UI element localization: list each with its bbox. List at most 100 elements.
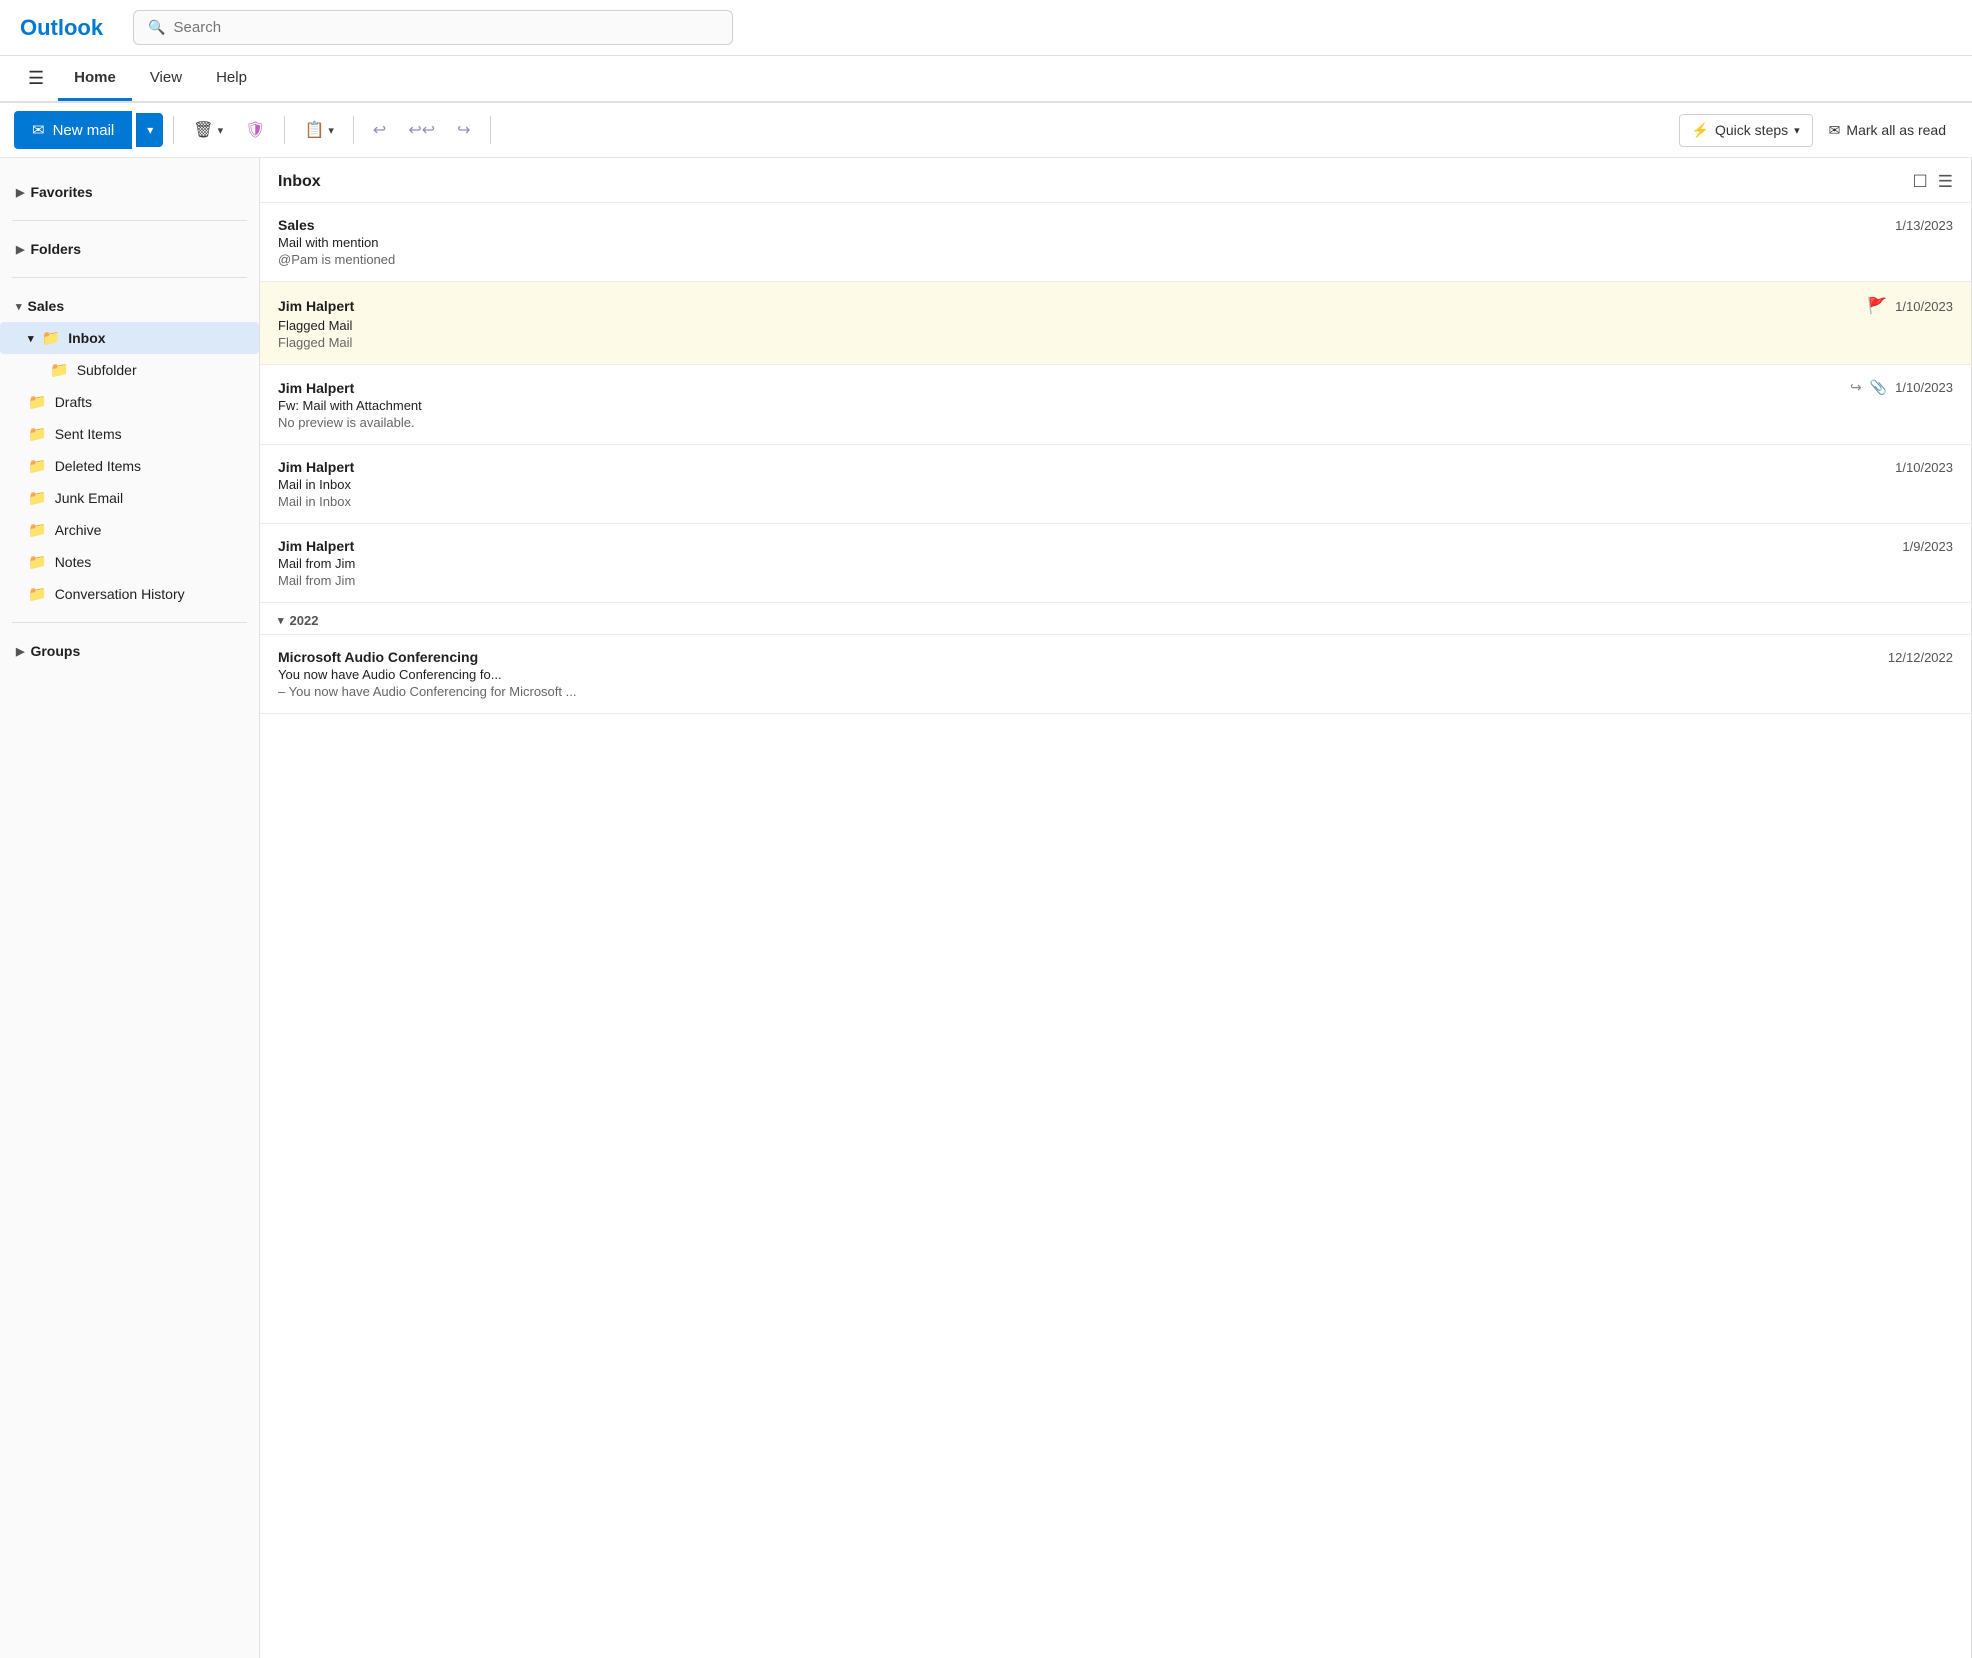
sidebar-favorites-label: Favorites: [30, 184, 92, 200]
flag-icon-2: 🚩: [1867, 296, 1887, 316]
email-item-3[interactable]: Jim Halpert ↪ 📎 1/10/2023 Fw: Mail with …: [260, 365, 1971, 445]
email-item-1[interactable]: Sales 1/13/2023 Mail with mention @Pam i…: [260, 203, 1971, 282]
select-all-icon[interactable]: ☐: [1913, 172, 1928, 192]
sidebar-item-drafts[interactable]: 📁 Drafts: [0, 386, 259, 418]
sidebar-archive-label: Archive: [55, 522, 102, 538]
delete-icon: 🗑: [193, 120, 213, 140]
inbox-folder-icon: 📁: [42, 329, 61, 347]
sidebar-sales-header[interactable]: ▾ Sales: [0, 290, 259, 322]
main-layout: ▶ Favorites ▶ Folders ▾ Sales ▾ 📁 Inbox: [0, 158, 1972, 1658]
email-preview-1: @Pam is mentioned: [278, 252, 758, 267]
email-item-2[interactable]: Jim Halpert 🚩 1/10/2023 Flagged Mail Fla…: [260, 282, 1971, 365]
tab-view[interactable]: View: [134, 57, 198, 101]
move-icon: 📋: [304, 120, 324, 140]
favorites-chevron-icon: ▶: [16, 186, 24, 199]
email-subject-4: Mail in Inbox: [278, 477, 1953, 492]
group-2022-label: 2022: [290, 613, 319, 628]
sidebar-favorites-header[interactable]: ▶ Favorites: [0, 176, 259, 208]
email-date-3: 1/10/2023: [1895, 380, 1953, 395]
group-header-2022[interactable]: ▾ 2022: [260, 603, 1971, 635]
delete-dropdown-icon: ▾: [218, 124, 224, 137]
sidebar-item-sent-items[interactable]: 📁 Sent Items: [0, 418, 259, 450]
new-mail-button[interactable]: ✉ New mail: [14, 111, 132, 149]
separator-4: [490, 116, 491, 144]
sidebar-sales-label: Sales: [28, 298, 65, 314]
search-input[interactable]: [174, 19, 719, 36]
shield-icon: 🛡: [245, 120, 265, 140]
email-preview-4: Mail in Inbox: [278, 494, 758, 509]
sidebar-item-inbox[interactable]: ▾ 📁 Inbox: [0, 322, 259, 354]
filter-icon[interactable]: ☰: [1938, 172, 1953, 192]
email-row1-4: Jim Halpert 1/10/2023: [278, 459, 1953, 475]
sidebar-item-archive[interactable]: 📁 Archive: [0, 514, 259, 546]
sidebar-item-notes[interactable]: 📁 Notes: [0, 546, 259, 578]
deleted-items-folder-icon: 📁: [28, 457, 47, 475]
sidebar-drafts-label: Drafts: [55, 394, 92, 410]
email-sender-4: Jim Halpert: [278, 459, 354, 475]
reply-button[interactable]: ↩: [364, 113, 395, 147]
sidebar-item-deleted-items[interactable]: 📁 Deleted Items: [0, 450, 259, 482]
email-subject-3: Fw: Mail with Attachment: [278, 398, 1953, 413]
sidebar-item-subfolder[interactable]: 📁 Subfolder: [0, 354, 259, 386]
toolbar-nav: ☰ Home View Help: [0, 56, 1972, 103]
email-preview-2022: – You now have Audio Conferencing for Mi…: [278, 684, 758, 699]
tab-home[interactable]: Home: [58, 57, 132, 101]
subfolder-folder-icon: 📁: [50, 361, 69, 379]
sales-chevron-icon: ▾: [16, 300, 22, 313]
email-sender-1: Sales: [278, 217, 315, 233]
search-icon: 🔍: [148, 19, 165, 36]
sent-items-folder-icon: 📁: [28, 425, 47, 443]
email-item-5[interactable]: Jim Halpert 1/9/2023 Mail from Jim Mail …: [260, 524, 1971, 603]
sidebar-subfolder-label: Subfolder: [77, 362, 137, 378]
email-row1-1: Sales 1/13/2023: [278, 217, 1953, 233]
email-date-1: 1/13/2023: [1895, 218, 1953, 233]
sidebar-folders-section: ▶ Folders: [0, 227, 259, 271]
sidebar-favorites-section: ▶ Favorites: [0, 170, 259, 214]
sidebar-groups-section: ▶ Groups: [0, 629, 259, 673]
sidebar-sales-section: ▾ Sales ▾ 📁 Inbox 📁 Subfolder 📁 Drafts 📁…: [0, 284, 259, 616]
new-mail-dropdown-button[interactable]: ▾: [136, 113, 163, 147]
sidebar-sent-items-label: Sent Items: [55, 426, 122, 442]
conversation-history-folder-icon: 📁: [28, 585, 47, 603]
inbox-header: Inbox ☐ ☰: [260, 158, 1971, 203]
email-sender-5: Jim Halpert: [278, 538, 354, 554]
email-date-2022: 12/12/2022: [1888, 650, 1953, 665]
shield-button[interactable]: 🛡: [236, 113, 274, 147]
group-2022-chevron-icon: ▾: [278, 614, 284, 627]
mark-all-label: Mark all as read: [1846, 122, 1946, 138]
email-date-4: 1/10/2023: [1895, 460, 1953, 475]
new-mail-envelope-icon: ✉: [32, 121, 45, 139]
hamburger-button[interactable]: ☰: [14, 56, 58, 101]
sidebar-groups-header[interactable]: ▶ Groups: [0, 635, 259, 667]
reply-icon: ↩: [373, 120, 386, 140]
tab-help[interactable]: Help: [200, 57, 263, 101]
sidebar-divider-3: [12, 622, 247, 623]
inbox-chevron-icon: ▾: [28, 332, 34, 345]
forward-button[interactable]: ↪: [448, 113, 479, 147]
action-bar: ✉ New mail ▾ 🗑 ▾ 🛡 📋 ▾ ↩ ↩↩ ↪ ⚡ Quick st…: [0, 103, 1972, 158]
email-item-4[interactable]: Jim Halpert 1/10/2023 Mail in Inbox Mail…: [260, 445, 1971, 524]
sidebar-groups-label: Groups: [30, 643, 80, 659]
quick-steps-button[interactable]: ⚡ Quick steps ▾: [1679, 114, 1813, 147]
email-sender-3: Jim Halpert: [278, 380, 354, 396]
reply-all-button[interactable]: ↩↩: [399, 113, 444, 147]
separator-1: [173, 116, 174, 144]
sidebar-item-conversation-history[interactable]: 📁 Conversation History: [0, 578, 259, 610]
app-logo: Outlook: [20, 15, 103, 41]
drafts-folder-icon: 📁: [28, 393, 47, 411]
search-bar[interactable]: 🔍: [133, 10, 733, 45]
nav-tabs: Home View Help: [58, 57, 263, 101]
sidebar-deleted-items-label: Deleted Items: [55, 458, 141, 474]
inbox-header-icons: ☐ ☰: [1913, 172, 1954, 192]
move-dropdown-icon: ▾: [328, 124, 334, 137]
sidebar-folders-header[interactable]: ▶ Folders: [0, 233, 259, 265]
mark-all-read-button[interactable]: ✉ Mark all as read: [1817, 115, 1958, 146]
delete-button[interactable]: 🗑 ▾: [184, 113, 232, 147]
email-item-2022[interactable]: Microsoft Audio Conferencing 12/12/2022 …: [260, 635, 1971, 714]
forward-icon: ↪: [457, 120, 470, 140]
email-row1-3: Jim Halpert ↪ 📎 1/10/2023: [278, 379, 1953, 396]
move-button[interactable]: 📋 ▾: [295, 113, 342, 147]
sidebar-item-junk-email[interactable]: 📁 Junk Email: [0, 482, 259, 514]
email-date-5: 1/9/2023: [1902, 539, 1953, 554]
new-mail-label: New mail: [53, 122, 115, 139]
